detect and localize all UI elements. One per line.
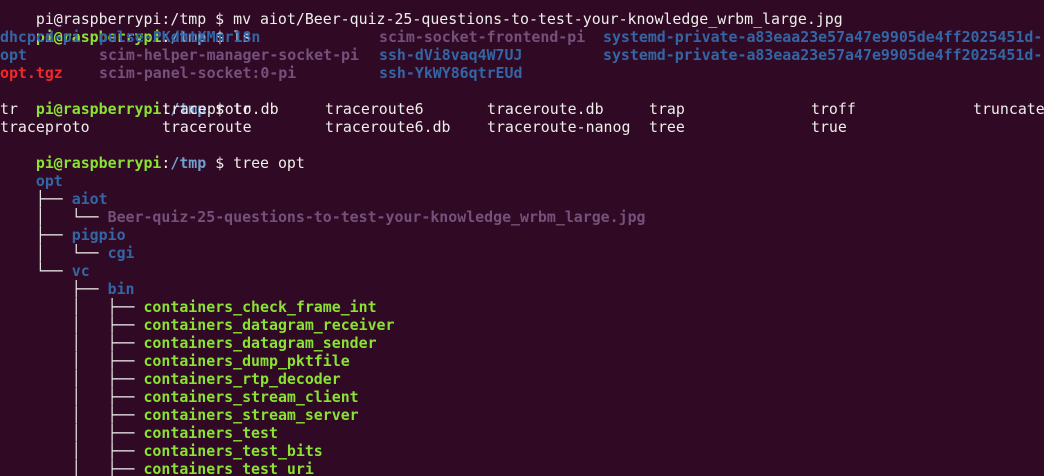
ls-entry: opt.tgz bbox=[0, 64, 63, 82]
prompt-path: /tmp bbox=[170, 154, 207, 172]
terminal-window[interactable]: pi@raspberrypi:/tmp $ mv aiot/Beer-quiz-… bbox=[0, 0, 1044, 476]
tree-node-aiot: ├── aiot bbox=[0, 172, 108, 208]
tr-output-row-1: tr traceproto.db traceroute6 traceroute.… bbox=[0, 100, 1044, 118]
completion-entry: traceroute-nanog bbox=[487, 118, 631, 136]
tree-node-aiot-file: │ └── Beer-quiz-25-questions-to-test-you… bbox=[0, 190, 646, 226]
command-tree: tree opt bbox=[233, 154, 305, 172]
completion-entry: traceroute6 bbox=[325, 100, 424, 118]
ls-output-row-1: dhcpcd-pi pulse-PKdhtXMmr18n scim-socket… bbox=[0, 28, 1044, 46]
tree-dir-name: cgi bbox=[107, 244, 135, 262]
tree-node-bin: ├── bin bbox=[0, 262, 135, 298]
ls-entry: pulse-PKdhtXMmr18n bbox=[99, 28, 261, 46]
completion-entry: tr bbox=[0, 100, 18, 118]
completion-entry: tree bbox=[649, 118, 685, 136]
tree-node-vc: └── vc bbox=[0, 244, 90, 280]
tree-node-bin-item: │ ├── containers_dump_pktfile bbox=[0, 334, 350, 370]
ls-entry: scim-panel-socket:0-pi bbox=[99, 64, 297, 82]
tree-node-bin-item: │ ├── containers_test_uri bbox=[0, 442, 314, 476]
completion-entry: traceproto bbox=[0, 118, 90, 136]
tr-output-row-2: traceproto traceroute traceroute6.db tra… bbox=[0, 118, 1044, 136]
ls-entry: scim-helper-manager-socket-pi bbox=[99, 46, 359, 64]
prompt-separator: : bbox=[161, 154, 171, 172]
tree-node-bin-item: │ ├── containers_uri_pipe bbox=[0, 460, 314, 476]
ls-output-row-3: opt.tgz scim-panel-socket:0-pi ssh-YkWY8… bbox=[0, 64, 1044, 82]
previous-command-line: pi@raspberrypi:/tmp $ mv aiot/Beer-quiz-… bbox=[0, 0, 843, 28]
ls-entry: systemd-private-a83eaa23e57a47e9905de4ff… bbox=[603, 28, 1043, 46]
ls-entry: ssh-YkWY86qtrEUd bbox=[379, 64, 523, 82]
completion-entry: true bbox=[811, 118, 847, 136]
tree-node-bin-item: │ ├── containers_stream_client bbox=[0, 370, 359, 406]
tree-node-bin-item: │ ├── containers_test_bits bbox=[0, 424, 323, 460]
tree-node-bin-item: │ ├── containers_datagram_sender bbox=[0, 316, 377, 352]
tree-node-bin-item: │ ├── containers_check_frame_int bbox=[0, 280, 377, 316]
tree-file-name: Beer-quiz-25-questions-to-test-your-know… bbox=[107, 208, 646, 226]
tree-node-bin-item: │ ├── containers_datagram_receiver bbox=[0, 298, 395, 334]
prompt-dollar: $ bbox=[206, 154, 234, 172]
prompt-line-tree: pi@raspberrypi:/tmp $ tree opt bbox=[0, 136, 305, 172]
tree-node-bin-item: │ ├── containers_stream_server bbox=[0, 388, 359, 424]
ls-entry: dhcpcd-pi bbox=[0, 28, 81, 46]
tree-node-pigpio: ├── pigpio bbox=[0, 208, 126, 244]
completion-entry: traceroute bbox=[162, 118, 252, 136]
tree-node-bin-item: │ ├── containers_rtp_decoder bbox=[0, 352, 341, 388]
tree-node-bin-item: │ ├── containers_test bbox=[0, 406, 278, 442]
completion-entry: traceroute6.db bbox=[325, 118, 451, 136]
prompt-line-tr: pi@raspberrypi:/tmp $ tr bbox=[0, 82, 251, 118]
ls-output-row-2: opt scim-helper-manager-socket-pi ssh-dV… bbox=[0, 46, 1044, 64]
ls-entry: scim-socket-frontend-pi bbox=[379, 28, 586, 46]
ls-entry: ssh-dVi8vaq4W7UJ bbox=[379, 46, 523, 64]
completion-entry: troff bbox=[811, 100, 856, 118]
ls-entry: opt bbox=[0, 46, 27, 64]
completion-entry: truncate bbox=[973, 100, 1044, 118]
ls-entry: systemd-private-a83eaa23e57a47e9905de4ff… bbox=[603, 46, 1043, 64]
completion-entry: trap bbox=[649, 100, 685, 118]
tree-root: opt bbox=[0, 154, 63, 190]
completion-entry: traceproto.db bbox=[162, 100, 279, 118]
tree-node-cgi: │ └── cgi bbox=[0, 226, 135, 262]
prompt-line-ls: pi@raspberrypi:/tmp $ ls bbox=[0, 10, 251, 46]
completion-entry: traceroute.db bbox=[487, 100, 604, 118]
